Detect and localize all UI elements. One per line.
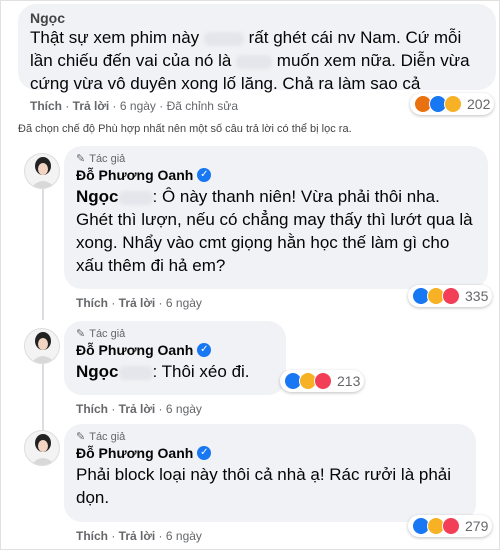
love-reaction-icon bbox=[314, 372, 332, 390]
pen-icon: ✎ bbox=[76, 153, 86, 165]
pen-icon: ✎ bbox=[76, 328, 86, 340]
reaction-count: 202 bbox=[467, 96, 491, 112]
reply-bubble: ✎ Tác giả Đỗ Phương Oanh ✓ Ngọc: Thôi xé… bbox=[64, 321, 286, 395]
reaction-summary[interactable]: 279 bbox=[408, 515, 493, 537]
comment-actions: Thích · Trả lời · 6 ngày bbox=[76, 402, 202, 416]
avatar-image bbox=[31, 157, 55, 188]
timestamp[interactable]: 6 ngày bbox=[120, 99, 156, 113]
timestamp[interactable]: 6 ngày bbox=[166, 529, 202, 543]
reaction-summary[interactable]: 202 bbox=[410, 93, 495, 115]
redacted-text bbox=[118, 365, 153, 380]
reaction-count: 213 bbox=[337, 373, 361, 389]
comment-bubble: Ngọc Thật sự xem phim này rất ghét cái n… bbox=[18, 4, 496, 93]
reply-link[interactable]: Trả lời bbox=[73, 99, 110, 113]
thread-line bbox=[42, 188, 44, 320]
redacted-text bbox=[118, 190, 153, 205]
reply-text: Ngọc: Ô này thanh niên! Vừa phải thôi nh… bbox=[76, 187, 473, 275]
reply-bubble: ✎ Tác giả Đỗ Phương Oanh ✓ Phải block lo… bbox=[64, 424, 476, 522]
avatar-image bbox=[31, 434, 55, 465]
author-row: Đỗ Phương Oanh ✓ bbox=[76, 342, 274, 358]
like-link[interactable]: Thích bbox=[76, 402, 108, 416]
comment-author[interactable]: Đỗ Phương Oanh bbox=[76, 445, 193, 461]
author-avatar[interactable] bbox=[24, 430, 60, 466]
verified-badge-icon: ✓ bbox=[197, 168, 212, 182]
redacted-text bbox=[236, 54, 273, 69]
reaction-summary[interactable]: 335 bbox=[408, 285, 493, 307]
reply-text: Phải block loại này thôi cả nhà ạ! Rác r… bbox=[76, 465, 452, 507]
comment-author[interactable]: Đỗ Phương Oanh bbox=[76, 167, 193, 183]
reply-link[interactable]: Trả lời bbox=[119, 402, 156, 416]
author-tag: ✎ Tác giả bbox=[76, 430, 126, 444]
author-tag: ✎ Tác giả bbox=[76, 327, 126, 341]
author-tag: ✎ Tác giả bbox=[76, 152, 126, 166]
reply-text: Ngọc: Thôi xéo đi. bbox=[76, 362, 250, 381]
haha-reaction-icon bbox=[444, 95, 462, 113]
comment-actions: Thích · Trả lời · 6 ngày · Đã chỉnh sửa bbox=[30, 99, 238, 113]
like-link[interactable]: Thích bbox=[76, 296, 108, 310]
verified-badge-icon: ✓ bbox=[197, 343, 212, 357]
love-reaction-icon bbox=[442, 287, 460, 305]
reply-bubble: ✎ Tác giả Đỗ Phương Oanh ✓ Ngọc: Ô này t… bbox=[64, 146, 488, 289]
author-row: Đỗ Phương Oanh ✓ bbox=[76, 167, 476, 183]
timestamp[interactable]: 6 ngày bbox=[166, 296, 202, 310]
pen-icon: ✎ bbox=[76, 431, 86, 443]
author-avatar[interactable] bbox=[24, 153, 60, 189]
like-link[interactable]: Thích bbox=[76, 529, 108, 543]
reply-link[interactable]: Trả lời bbox=[119, 529, 156, 543]
comment-author[interactable]: Ngọc bbox=[30, 10, 484, 26]
reaction-count: 279 bbox=[465, 518, 489, 534]
reaction-summary[interactable]: 213 bbox=[280, 370, 365, 392]
comment-author[interactable]: Đỗ Phương Oanh bbox=[76, 342, 193, 358]
comment-actions: Thích · Trả lời · 6 ngày bbox=[76, 296, 202, 310]
author-row: Đỗ Phương Oanh ✓ bbox=[76, 445, 464, 461]
love-reaction-icon bbox=[442, 517, 460, 535]
reaction-count: 335 bbox=[465, 288, 489, 304]
author-avatar[interactable] bbox=[24, 328, 60, 364]
mention[interactable]: Ngọc bbox=[76, 362, 119, 381]
comment-text: Thật sự xem phim này rất ghét cái nv Nam… bbox=[30, 28, 470, 93]
avatar-image bbox=[31, 332, 55, 363]
timestamp[interactable]: 6 ngày bbox=[166, 402, 202, 416]
mention[interactable]: Ngọc bbox=[76, 187, 119, 206]
reply-link[interactable]: Trả lời bbox=[119, 296, 156, 310]
comment-actions: Thích · Trả lời · 6 ngày bbox=[76, 529, 202, 543]
redacted-text bbox=[203, 31, 244, 46]
filter-notice: Đã chọn chế độ Phù hợp nhất nên một số c… bbox=[18, 123, 352, 135]
verified-badge-icon: ✓ bbox=[197, 446, 212, 460]
like-link[interactable]: Thích bbox=[30, 99, 62, 113]
edited-label: Đã chỉnh sửa bbox=[166, 99, 238, 113]
